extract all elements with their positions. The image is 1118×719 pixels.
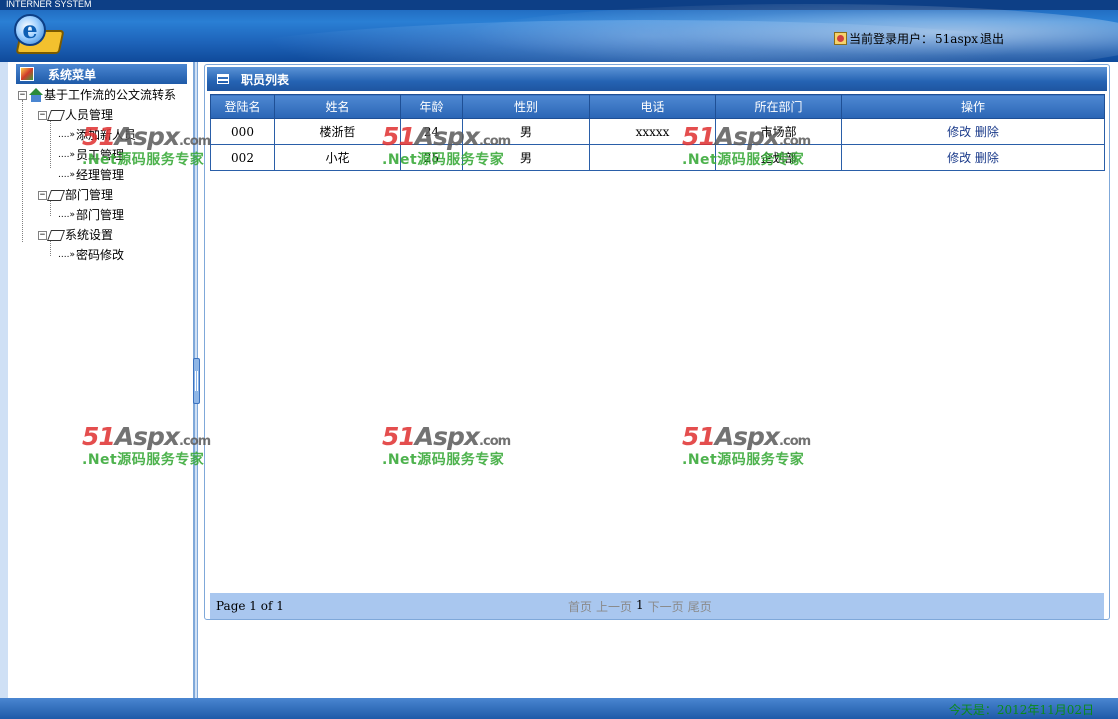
menu-title: 系统菜单 bbox=[48, 67, 97, 82]
collapse-icon[interactable]: − bbox=[18, 90, 27, 100]
cell-phone: xxxxx bbox=[589, 118, 716, 145]
tree-item-password[interactable]: ....» 密码修改 bbox=[58, 246, 124, 264]
today-date: 今天是：2012年11月02日 bbox=[948, 703, 1094, 717]
delete-link[interactable]: 删除 bbox=[975, 151, 999, 165]
tree-group-settings[interactable]: − 系统设置 bbox=[38, 226, 113, 244]
username: 51aspx bbox=[935, 31, 979, 46]
column-header[interactable]: 年龄 bbox=[400, 94, 463, 119]
panel-header: 职员列表 bbox=[207, 67, 1107, 91]
logout-link[interactable]: 退出 bbox=[980, 30, 1004, 47]
folder-open-icon bbox=[46, 229, 66, 241]
pager-last[interactable]: 尾页 bbox=[688, 598, 712, 615]
cell-name: 楼浙哲 bbox=[274, 118, 401, 145]
page-info: Page 1 of 1 bbox=[216, 599, 284, 613]
leaf-arrow-icon: ....» bbox=[58, 130, 75, 140]
column-header[interactable]: 性别 bbox=[462, 94, 590, 119]
column-header[interactable]: 登陆名 bbox=[210, 94, 275, 119]
column-header[interactable]: 电话 bbox=[589, 94, 716, 119]
tree-group-department[interactable]: − 部门管理 bbox=[38, 186, 113, 204]
tree-group-label: 部门管理 bbox=[65, 188, 114, 202]
pager: Page 1 of 1 首页 上一页 1 下一页 尾页 bbox=[210, 593, 1104, 619]
tree-item-staff[interactable]: ....» 员工管理 bbox=[58, 146, 124, 164]
splitter-handle[interactable] bbox=[193, 358, 200, 404]
cell-login: 000 bbox=[210, 118, 275, 145]
tree-line bbox=[22, 100, 23, 242]
panel-title: 职员列表 bbox=[241, 72, 290, 87]
menu-logo-icon bbox=[20, 67, 34, 81]
system-title: INTERNER SYSTEM bbox=[6, 0, 92, 9]
tree-item-managers[interactable]: ....» 经理管理 bbox=[58, 166, 124, 184]
edit-link[interactable]: 修改 bbox=[947, 151, 971, 165]
column-header[interactable]: 姓名 bbox=[274, 94, 401, 119]
column-header: 操作 bbox=[841, 94, 1105, 119]
collapse-icon[interactable]: − bbox=[38, 110, 47, 120]
app-logo: e bbox=[12, 12, 65, 58]
cell-gender: 男 bbox=[462, 144, 590, 171]
menu-header: 系统菜单 bbox=[16, 64, 187, 84]
cell-actions: 修改 删除 bbox=[841, 118, 1105, 145]
pager-first[interactable]: 首页 bbox=[568, 598, 592, 615]
folder-open-icon bbox=[46, 189, 66, 201]
edit-link[interactable]: 修改 bbox=[947, 125, 971, 139]
left-menu-panel: 系统菜单 − 基于工作流的公文流转系 − 人员管理 ....» 添加新人员 ..… bbox=[0, 62, 194, 698]
employee-table: 登陆名 姓名 年龄 性别 电话 所在部门 操作 000 楼浙哲 24 男 xxx… bbox=[210, 94, 1105, 171]
delete-link[interactable]: 删除 bbox=[975, 125, 999, 139]
tree-item-dept-manage[interactable]: ....» 部门管理 bbox=[58, 206, 124, 224]
list-icon bbox=[217, 74, 229, 84]
column-header[interactable]: 所在部门 bbox=[715, 94, 842, 119]
table-row[interactable]: 000 楼浙哲 24 男 xxxxx 市场部 修改 删除 bbox=[210, 118, 1105, 145]
collapse-icon[interactable]: − bbox=[38, 230, 47, 240]
tree-item-label: 添加新人员 bbox=[75, 128, 136, 142]
cell-name: 小花 bbox=[274, 144, 401, 171]
tree-group-label: 系统设置 bbox=[65, 228, 114, 242]
pager-prev[interactable]: 上一页 bbox=[596, 598, 632, 615]
tree-root-label: 基于工作流的公文流转系 bbox=[44, 88, 177, 102]
leaf-arrow-icon: ....» bbox=[58, 150, 75, 160]
cell-dept: 企划部 bbox=[715, 144, 842, 171]
pager-nav: 首页 上一页 1 下一页 尾页 bbox=[568, 598, 712, 615]
tree-group-personnel[interactable]: − 人员管理 bbox=[38, 106, 113, 124]
leaf-arrow-icon: ....» bbox=[58, 170, 75, 180]
pager-current: 1 bbox=[636, 597, 644, 612]
cell-age: 24 bbox=[400, 118, 463, 145]
home-icon bbox=[29, 88, 43, 102]
cell-dept: 市场部 bbox=[715, 118, 842, 145]
user-icon bbox=[834, 32, 847, 45]
leaf-arrow-icon: ....» bbox=[58, 210, 75, 220]
grip-icon bbox=[195, 371, 198, 391]
cell-age: 25 bbox=[400, 144, 463, 171]
tree-item-label: 部门管理 bbox=[75, 208, 124, 222]
employee-list-panel: 职员列表 登陆名 姓名 年龄 性别 电话 所在部门 操作 000 楼浙哲 24 … bbox=[204, 64, 1110, 620]
cell-actions: 修改 删除 bbox=[841, 144, 1105, 171]
tree-item-label: 员工管理 bbox=[75, 148, 124, 162]
leaf-arrow-icon: ....» bbox=[58, 250, 75, 260]
tree-root[interactable]: − 基于工作流的公文流转系 bbox=[18, 86, 176, 104]
cell-gender: 男 bbox=[462, 118, 590, 145]
pager-next[interactable]: 下一页 bbox=[648, 598, 684, 615]
top-header: INTERNER SYSTEM e 当前登录用户： 51aspx 退出 bbox=[0, 0, 1118, 62]
cell-phone bbox=[589, 144, 716, 171]
table-header-row: 登陆名 姓名 年龄 性别 电话 所在部门 操作 bbox=[210, 94, 1105, 119]
header-swoosh bbox=[458, 4, 1118, 62]
tree-item-add-person[interactable]: ....» 添加新人员 bbox=[58, 126, 136, 144]
table-row[interactable]: 002 小花 25 男 企划部 修改 删除 bbox=[210, 144, 1105, 171]
tree-item-label: 经理管理 bbox=[75, 168, 124, 182]
folder-open-icon bbox=[46, 109, 66, 121]
user-info: 当前登录用户： 51aspx 退出 bbox=[834, 30, 1004, 47]
status-bar: 今天是：2012年11月02日 bbox=[0, 698, 1118, 719]
collapse-icon[interactable]: − bbox=[38, 190, 47, 200]
tree-group-label: 人员管理 bbox=[65, 108, 114, 122]
tree-line bbox=[50, 120, 51, 168]
login-prefix: 当前登录用户： bbox=[849, 32, 934, 46]
tree-item-label: 密码修改 bbox=[75, 248, 124, 262]
cell-login: 002 bbox=[210, 144, 275, 171]
ie-logo-icon: e bbox=[14, 14, 46, 46]
